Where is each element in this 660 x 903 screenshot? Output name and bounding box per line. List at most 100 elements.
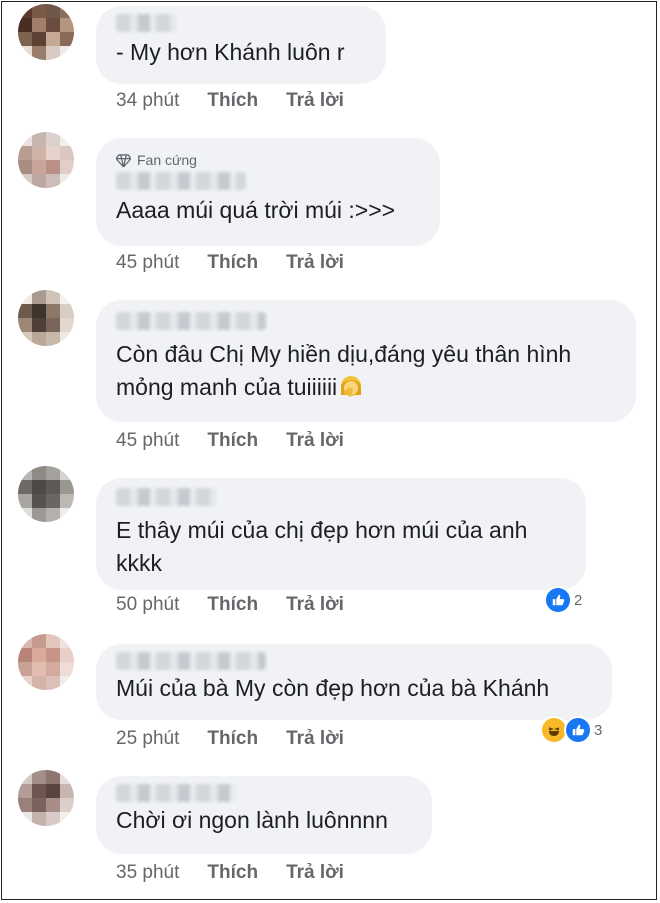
avatar-pixel [32, 18, 46, 32]
fan-badge: Fan cứng [116, 152, 420, 168]
avatar-pixel [32, 32, 46, 46]
like-button[interactable]: Thích [207, 728, 258, 750]
reaction-summary[interactable]: 2 [544, 586, 582, 614]
reaction-count: 3 [594, 721, 603, 739]
avatar-pixel [32, 304, 46, 318]
avatar-pixel [46, 4, 60, 18]
avatar-pixel [32, 494, 46, 508]
avatar-pixel [46, 32, 60, 46]
comment-text: - My hơn Khánh luôn r [116, 39, 345, 65]
avatar-pixel [46, 784, 60, 798]
comment-meta: 50 phút Thích Trả lời [116, 594, 344, 616]
commenter-name-blurred[interactable] [116, 784, 236, 802]
avatar-pixel [46, 494, 60, 508]
avatar-pixel [32, 318, 46, 332]
reply-button[interactable]: Trả lời [286, 430, 344, 452]
avatar-pixel [32, 784, 46, 798]
avatar-pixel [32, 648, 46, 662]
avatar-pixel [46, 160, 60, 174]
avatar-pixel [18, 18, 32, 32]
comment-bubble: Còn đâu Chị My hiền dịu,đáng yêu thân hì… [96, 300, 636, 422]
avatar-pixel [46, 634, 60, 648]
comment-time[interactable]: 35 phút [116, 862, 179, 884]
reply-button[interactable]: Trả lời [286, 862, 344, 884]
avatar-pixel [46, 662, 60, 676]
comment-meta: 34 phút Thích Trả lời [116, 90, 344, 112]
avatar-pixel [46, 146, 60, 160]
commenter-name-blurred[interactable] [116, 14, 176, 32]
comment-bubble: - My hơn Khánh luôn r [96, 6, 386, 84]
commenter-name-blurred[interactable] [116, 312, 266, 330]
comment-meta: 45 phút Thích Trả lời [116, 252, 344, 274]
comment-time[interactable]: 45 phút [116, 252, 179, 274]
like-button[interactable]: Thích [207, 862, 258, 884]
comment-time[interactable]: 25 phút [116, 728, 179, 750]
reply-button[interactable]: Trả lời [286, 90, 344, 112]
comment-text: Aaaa múi quá trời múi :>>> [116, 197, 396, 223]
avatar-pixel [46, 770, 60, 784]
avatar[interactable] [18, 290, 74, 346]
avatar-pixel [32, 146, 46, 160]
reply-button[interactable]: Trả lời [286, 594, 344, 616]
avatar-pixel [18, 318, 32, 332]
like-button[interactable]: Thích [207, 594, 258, 616]
avatar-pixel [32, 634, 46, 648]
comment-time[interactable]: 50 phút [116, 594, 179, 616]
like-button[interactable]: Thích [207, 90, 258, 112]
diamond-icon [116, 153, 131, 167]
comment-meta: 35 phút Thích Trả lời [116, 862, 344, 884]
avatar-pixel [32, 466, 46, 480]
avatar[interactable] [18, 4, 74, 60]
avatar-pixel [18, 480, 32, 494]
comment-text: E thây múi của chị đẹp hơn múi của anh k… [116, 517, 528, 576]
reaction-count: 2 [574, 591, 583, 609]
reply-button[interactable]: Trả lời [286, 252, 344, 274]
avatar[interactable] [18, 634, 74, 690]
avatar-pixel [46, 318, 60, 332]
avatar-pixel [32, 480, 46, 494]
woman-facepalming-emoji-icon [341, 376, 362, 397]
comment-time[interactable]: 45 phút [116, 430, 179, 452]
avatar-pixel [46, 480, 60, 494]
avatar-pixel [18, 304, 32, 318]
avatar-pixel [18, 146, 32, 160]
like-button[interactable]: Thích [207, 430, 258, 452]
comment-text: Múi của bà My còn đẹp hơn của bà Khánh [116, 675, 550, 701]
commenter-name-blurred[interactable] [116, 488, 216, 506]
comment-text: Chời ơi ngon lành luônnnn [116, 807, 388, 833]
comment-text: Còn đâu Chị My hiền dịu,đáng yêu thân hì… [116, 338, 616, 404]
comment-meta: 45 phút Thích Trả lời [116, 430, 344, 452]
avatar[interactable] [18, 770, 74, 826]
avatar[interactable] [18, 466, 74, 522]
avatar-pixel [32, 4, 46, 18]
avatar-pixel [32, 290, 46, 304]
commenter-name-blurred[interactable] [116, 172, 246, 190]
reaction-summary[interactable]: 3 [540, 716, 602, 744]
avatar-pixel [18, 32, 32, 46]
avatar-pixel [32, 770, 46, 784]
avatar-pixel [32, 662, 46, 676]
comment-meta: 25 phút Thích Trả lời [116, 728, 344, 750]
avatar-pixel [46, 466, 60, 480]
avatar-pixel [18, 784, 32, 798]
avatar-pixel [46, 290, 60, 304]
like-button[interactable]: Thích [207, 252, 258, 274]
avatar-pixel [46, 18, 60, 32]
avatar-pixel [46, 798, 60, 812]
avatar-pixel [32, 798, 46, 812]
avatar-pixel [46, 304, 60, 318]
like-reaction-icon [544, 586, 572, 614]
comment-bubble: Fan cứng Aaaa múi quá trời múi :>>> [96, 138, 440, 246]
comment-time[interactable]: 34 phút [116, 90, 179, 112]
avatar-pixel [32, 160, 46, 174]
avatar-pixel [18, 798, 32, 812]
like-reaction-icon [564, 716, 592, 744]
avatar-pixel [18, 648, 32, 662]
commenter-name-blurred[interactable] [116, 652, 266, 670]
avatar-pixel [18, 494, 32, 508]
reply-button[interactable]: Trả lời [286, 728, 344, 750]
avatar-pixel [46, 132, 60, 146]
avatar[interactable] [18, 132, 74, 188]
avatar-pixel [46, 648, 60, 662]
fan-badge-label: Fan cứng [137, 152, 197, 168]
